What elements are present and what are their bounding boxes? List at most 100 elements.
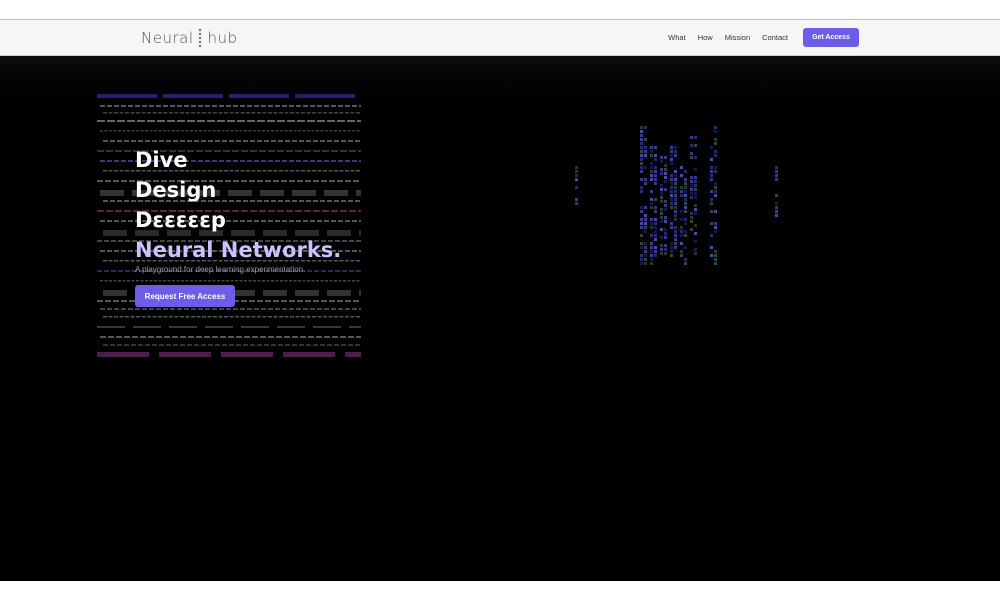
network-pixel	[654, 230, 657, 233]
dash-segment	[194, 280, 198, 282]
network-pixel	[640, 234, 643, 237]
dash-segment	[312, 112, 316, 114]
logo[interactable]: Neural hub	[141, 28, 238, 48]
dash-segment	[293, 130, 297, 132]
nav-link-what[interactable]: What	[668, 33, 686, 42]
dash-segment	[191, 316, 195, 318]
dash-segment	[339, 112, 344, 114]
network-pixel	[650, 222, 653, 225]
dash-segment	[257, 130, 261, 132]
network-pixel	[674, 146, 677, 149]
get-access-button[interactable]: Get Access	[803, 28, 859, 47]
network-pixel	[684, 182, 687, 185]
dash-segment	[176, 280, 180, 282]
dash-segment	[257, 280, 261, 282]
dash-segment	[145, 140, 150, 142]
network-pixel	[650, 170, 653, 173]
network-pixel	[714, 130, 717, 133]
dash-segment	[167, 120, 175, 122]
network-pixel	[644, 242, 647, 245]
dash-segment	[312, 316, 316, 318]
dash-segment	[128, 250, 133, 252]
dash-segment	[158, 280, 162, 282]
dash-segment	[313, 140, 318, 142]
dash-segment	[124, 150, 131, 152]
dash-segment	[345, 250, 350, 252]
network-pixel	[674, 238, 677, 241]
network-pixel	[680, 218, 683, 221]
dash-segment	[317, 105, 322, 107]
dash-segment	[298, 280, 301, 282]
network-pixel	[714, 154, 717, 157]
dash-segment	[251, 112, 256, 114]
network-pixel	[694, 168, 697, 171]
dash-segment	[297, 120, 305, 122]
dash-segment	[359, 105, 361, 107]
dash-segment	[199, 130, 202, 132]
dash-segment	[140, 280, 144, 282]
dash-segment	[359, 290, 361, 296]
dash-segment	[115, 210, 122, 212]
dash-segment	[273, 112, 278, 114]
dash-segment	[275, 280, 279, 282]
network-pixel	[650, 262, 653, 265]
dash-segment	[104, 240, 109, 242]
dash-segment	[217, 130, 220, 132]
dash-segment	[349, 240, 354, 242]
dash-segment	[103, 230, 127, 236]
dash-segment	[240, 308, 245, 310]
nav-link-mission[interactable]: Mission	[725, 33, 750, 42]
network-pixel	[644, 150, 647, 153]
nav-link-how[interactable]: How	[698, 33, 713, 42]
network-pixel	[670, 222, 673, 225]
dash-segment	[156, 105, 161, 107]
network-pixel	[775, 166, 778, 169]
dash-segment	[145, 344, 150, 346]
dash-segment	[140, 130, 144, 132]
dash-segment	[106, 150, 113, 152]
dash-segment	[271, 344, 276, 346]
dash-row	[97, 326, 361, 328]
dash-segment	[307, 270, 312, 272]
network-pixel	[640, 150, 643, 153]
network-pixel	[694, 136, 697, 139]
dash-segment	[289, 280, 292, 282]
dash-segment	[131, 140, 136, 142]
network-pixel	[640, 170, 643, 173]
network-pixel	[694, 252, 697, 255]
network-pixel	[690, 196, 693, 199]
dash-segment	[311, 130, 315, 132]
dash-segment	[100, 308, 105, 310]
dash-segment	[196, 112, 201, 114]
network-pixel	[575, 202, 578, 205]
dash-segment	[250, 140, 255, 142]
dash-segment	[140, 336, 146, 338]
dash-segment	[122, 280, 126, 282]
dash-segment	[347, 130, 351, 132]
network-pixel	[664, 180, 667, 183]
dash-segment	[311, 280, 315, 282]
nav-link-contact[interactable]: Contact	[762, 33, 788, 42]
network-pixel	[670, 162, 673, 165]
dash-segment	[276, 336, 282, 338]
dash-segment	[247, 105, 252, 107]
request-free-access-button[interactable]: Request Free Access	[135, 285, 235, 307]
dash-row	[97, 120, 361, 122]
dash-segment	[220, 336, 226, 338]
dash-segment	[180, 344, 185, 346]
dash-segment	[335, 270, 340, 272]
dash-segment	[356, 270, 361, 272]
network-pixel	[674, 198, 677, 201]
network-pixel	[714, 222, 717, 225]
dash-segment	[359, 230, 361, 236]
dash-segment	[158, 112, 162, 114]
network-pixel	[690, 228, 693, 231]
dash-segment	[208, 140, 213, 142]
network-pixel	[674, 230, 677, 233]
dash-segment	[289, 300, 295, 302]
dash-segment	[345, 180, 351, 182]
dash-segment	[125, 316, 129, 318]
hero-subtitle: A playground for deep learning experimen…	[135, 265, 306, 274]
dash-segment	[163, 105, 168, 107]
dash-segment	[147, 316, 151, 318]
